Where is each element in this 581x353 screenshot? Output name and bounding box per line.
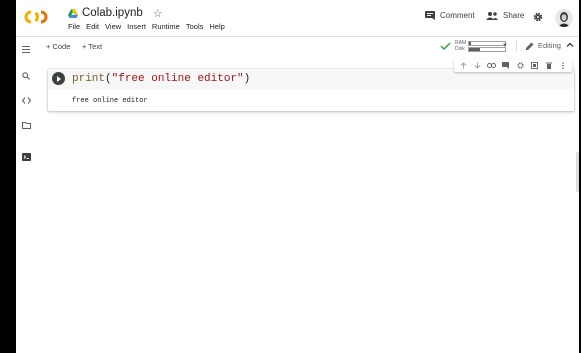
scrollbar-thumb[interactable] bbox=[576, 152, 579, 192]
notebook-toolbar: + Code + Text RAM Disk ▼ Editing bbox=[16, 37, 579, 55]
share-label: Share bbox=[503, 11, 525, 20]
cell-output: free online editor bbox=[72, 97, 148, 105]
code-string: "free online editor" bbox=[111, 73, 244, 85]
code-editor[interactable]: print("free online editor") bbox=[72, 72, 250, 86]
colab-logo-icon[interactable] bbox=[24, 9, 48, 25]
menu-runtime[interactable]: Runtime bbox=[152, 22, 180, 31]
terminal-icon[interactable] bbox=[22, 153, 31, 161]
menu-file[interactable]: File bbox=[68, 22, 80, 31]
comment-icon bbox=[425, 11, 435, 20]
share-button[interactable]: Share bbox=[486, 11, 524, 20]
menu-insert[interactable]: Insert bbox=[127, 22, 146, 31]
avatar-silhouette-icon bbox=[558, 12, 570, 27]
menu-view[interactable]: View bbox=[105, 22, 121, 31]
disk-usage-fill bbox=[469, 48, 480, 51]
settings-gear-icon[interactable] bbox=[533, 12, 543, 22]
disk-usage-bar bbox=[468, 47, 506, 52]
cell-input-area[interactable]: print("free online editor") bbox=[48, 69, 574, 89]
more-options-icon[interactable] bbox=[558, 61, 568, 71]
header: Colab.ipynb ☆ File Edit View Insert Runt… bbox=[16, 0, 579, 36]
disk-label: Disk bbox=[455, 46, 465, 52]
delete-cell-icon[interactable] bbox=[544, 61, 554, 71]
connected-check-icon bbox=[440, 42, 451, 50]
add-text-button[interactable]: + Text bbox=[82, 42, 102, 51]
toolbar-divider bbox=[516, 40, 517, 52]
comment-label: Comment bbox=[440, 11, 475, 20]
drive-icon[interactable] bbox=[68, 8, 78, 18]
menu-edit[interactable]: Edit bbox=[86, 22, 99, 31]
run-cell-button[interactable] bbox=[52, 72, 65, 85]
code-cell[interactable]: print("free online editor") free online … bbox=[48, 69, 574, 111]
editing-mode-button[interactable]: Editing bbox=[526, 41, 561, 50]
table-of-contents-icon[interactable] bbox=[22, 46, 30, 53]
search-icon[interactable] bbox=[22, 72, 30, 80]
code-function: print bbox=[72, 73, 106, 85]
user-avatar[interactable] bbox=[555, 9, 573, 27]
ram-disk-indicator[interactable]: RAM Disk bbox=[440, 39, 506, 53]
comment-button[interactable]: Comment bbox=[425, 11, 475, 20]
link-icon[interactable] bbox=[487, 61, 497, 71]
chevron-up-icon[interactable] bbox=[565, 40, 575, 50]
add-code-button[interactable]: + Code bbox=[46, 42, 70, 51]
ram-usage-fill bbox=[469, 42, 471, 45]
code-paren-open: ( bbox=[105, 73, 112, 85]
cell-toolbar bbox=[454, 59, 572, 72]
left-edge bbox=[0, 0, 16, 353]
folder-icon[interactable] bbox=[22, 122, 31, 129]
comment-cell-icon[interactable] bbox=[501, 61, 511, 71]
menu-help[interactable]: Help bbox=[209, 22, 224, 31]
resources-dropdown-icon[interactable]: ▼ bbox=[502, 43, 508, 49]
mirror-cell-icon[interactable] bbox=[529, 61, 539, 71]
pencil-icon bbox=[526, 42, 534, 50]
code-paren-close: ) bbox=[243, 73, 251, 85]
editing-label: Editing bbox=[538, 41, 561, 50]
menu-bar: File Edit View Insert Runtime Tools Help bbox=[68, 22, 231, 31]
title-row: Colab.ipynb ☆ bbox=[68, 6, 163, 20]
people-icon bbox=[486, 11, 498, 20]
star-icon[interactable]: ☆ bbox=[153, 7, 163, 20]
move-down-icon[interactable] bbox=[472, 61, 482, 71]
menu-tools[interactable]: Tools bbox=[186, 22, 204, 31]
notebook-title[interactable]: Colab.ipynb bbox=[82, 7, 143, 19]
cell-settings-gear-icon[interactable] bbox=[515, 61, 525, 71]
code-snippets-icon[interactable] bbox=[22, 97, 31, 104]
ram-usage-bar bbox=[468, 41, 506, 46]
move-up-icon[interactable] bbox=[458, 61, 468, 71]
